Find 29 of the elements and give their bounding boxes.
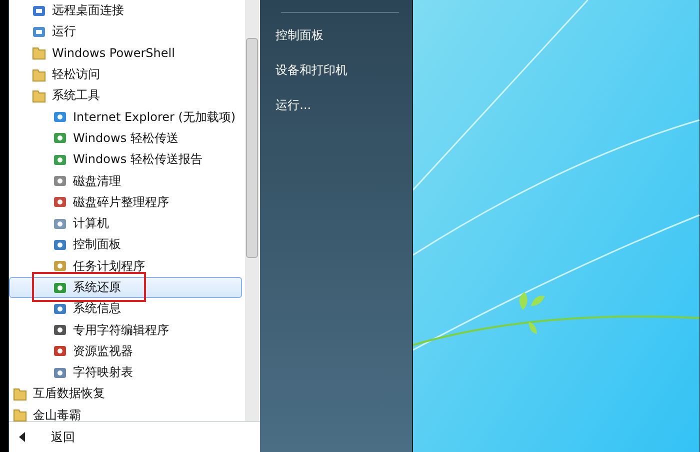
program-item[interactable]: 资源监视器 — [9, 340, 242, 362]
program-item[interactable]: Internet Explorer (无加载项) — [9, 106, 242, 128]
program-item[interactable]: Windows PowerShell — [9, 42, 242, 64]
program-item[interactable]: 远程桌面连接 — [9, 0, 242, 22]
menu-link[interactable]: 设备和打印机 — [260, 56, 348, 91]
program-item[interactable]: 互盾数据恢复 — [9, 383, 242, 405]
program-item[interactable]: 系统信息 — [9, 298, 242, 320]
scroll-thumb[interactable] — [246, 38, 258, 258]
menu-link[interactable]: 运行... — [260, 91, 312, 126]
program-item[interactable]: 磁盘清理 — [9, 170, 242, 192]
program-item[interactable]: 磁盘碎片整理程序 — [9, 192, 242, 213]
folder-icon — [31, 45, 47, 62]
program-item[interactable]: 运行 — [9, 21, 242, 43]
program-item[interactable]: 轻松访问 — [9, 64, 242, 86]
program-item[interactable]: 任务计划程序 — [9, 256, 242, 277]
folder-icon — [12, 386, 28, 402]
program-item[interactable]: 控制面板 — [9, 234, 242, 256]
program-item[interactable]: 系统工具 — [9, 85, 242, 106]
program-item[interactable]: 字符映射表 — [9, 362, 242, 384]
menu-link[interactable]: 控制面板 — [260, 21, 324, 56]
program-item[interactable]: Windows 轻松传送 — [9, 128, 242, 150]
program-item[interactable]: 专用字符编辑程序 — [9, 319, 242, 341]
scrollbar[interactable] — [244, 0, 259, 421]
folder-icon — [12, 407, 28, 424]
program-item[interactable]: 计算机 — [9, 212, 242, 234]
folder-icon — [31, 88, 47, 104]
program-item[interactable]: Windows 轻松传送报告 — [9, 149, 242, 170]
folder-icon — [31, 66, 47, 83]
left-triangle-icon — [19, 432, 25, 442]
